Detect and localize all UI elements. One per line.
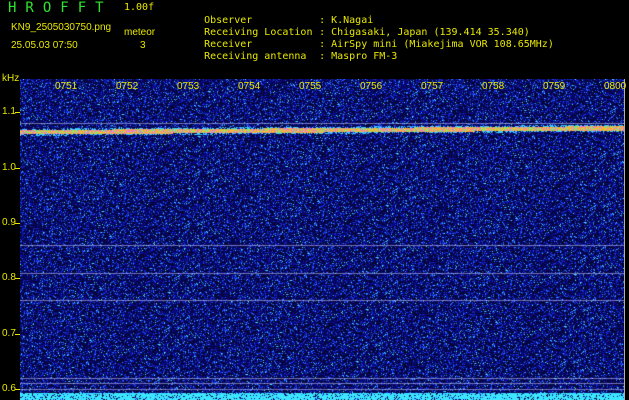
x-tick-label: 0756 <box>360 81 383 92</box>
x-tick-label: 0759 <box>543 81 566 92</box>
datetime-label: 25.05.03 07:50 <box>11 40 78 51</box>
antenna-value: Maspro FM-3 <box>331 51 398 62</box>
spectrogram-plot <box>20 79 624 400</box>
antenna-label: Receiving antenna <box>204 51 307 62</box>
y-tick-mark <box>15 388 20 390</box>
x-tick-label: 0752 <box>116 81 139 92</box>
x-tick-label: 0800 <box>604 81 627 92</box>
y-tick-mark <box>15 112 20 114</box>
hrofft-window: HROFFT 1.00f KN9_2505030750.png meteor 2… <box>0 0 629 400</box>
spectrogram-canvas <box>20 79 624 400</box>
mode-value: 3 <box>140 40 146 51</box>
y-tick-label: 1.1 <box>2 106 16 118</box>
antenna-row: Receiving antenna: Maspro FM-3 <box>180 39 397 75</box>
mode-label: meteor <box>124 27 156 38</box>
x-tick-label: 0751 <box>55 81 78 92</box>
y-tick-label: 0.9 <box>2 216 16 228</box>
x-tick-label: 0757 <box>421 81 444 92</box>
y-axis-unit-label: kHz <box>2 73 20 84</box>
app-version: 1.00f <box>124 2 155 13</box>
x-tick-label: 0755 <box>299 81 322 92</box>
y-tick-label: 0.7 <box>2 327 16 339</box>
separator: : <box>319 51 326 62</box>
y-tick-mark <box>15 222 20 224</box>
filename-label: KN9_2505030750.png <box>11 22 112 33</box>
y-tick-label: 0.6 <box>2 382 16 394</box>
y-tick-label: 0.8 <box>2 272 16 284</box>
y-tick-mark <box>15 278 20 280</box>
y-tick-mark <box>15 167 20 169</box>
plot-right-border <box>624 79 625 400</box>
x-tick-label: 0754 <box>238 81 261 92</box>
y-tick-mark <box>15 333 20 335</box>
x-tick-label: 0753 <box>177 81 200 92</box>
y-tick-label: 1.0 <box>2 161 16 173</box>
app-title: HROFFT <box>8 0 113 16</box>
x-tick-label: 0758 <box>482 81 505 92</box>
